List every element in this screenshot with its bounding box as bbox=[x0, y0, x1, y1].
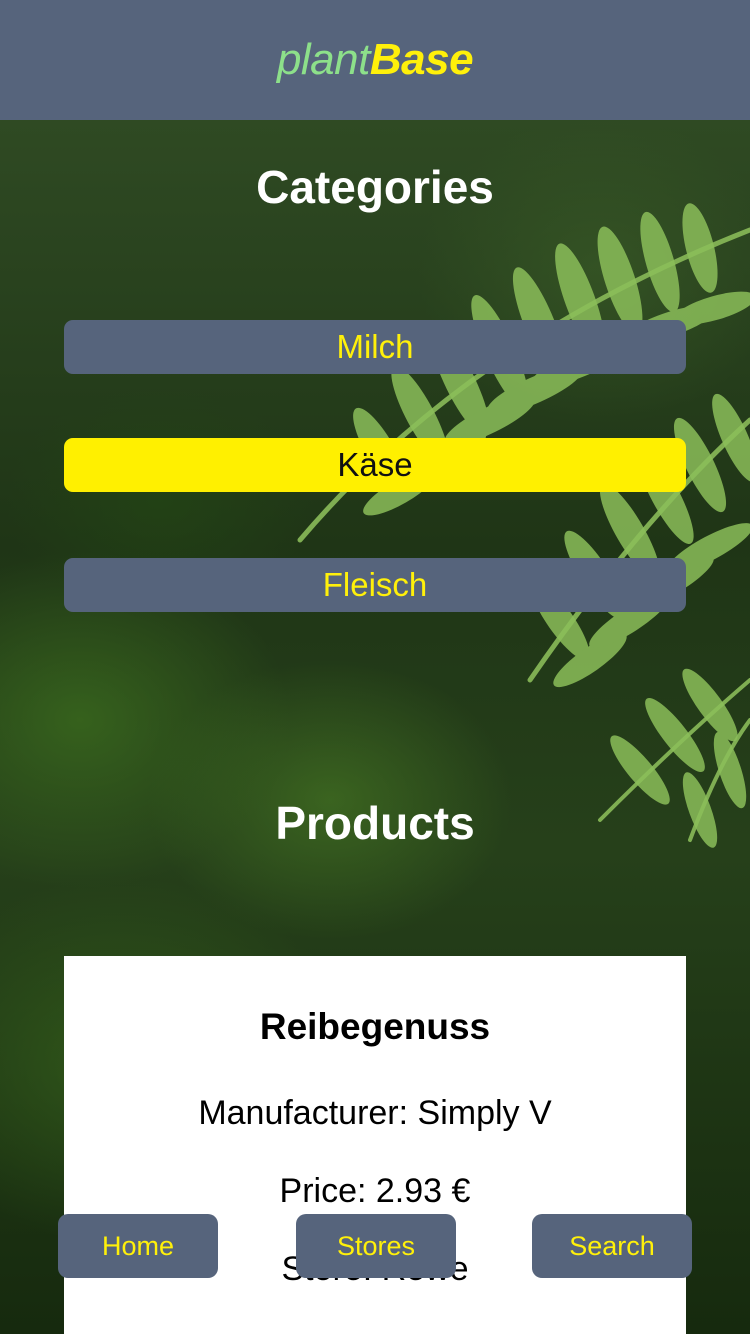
app-logo[interactable]: plantBase bbox=[276, 35, 474, 85]
app-screen: plantBase Categories Milch Käse Fleisch … bbox=[0, 0, 750, 1334]
nav-search-button[interactable]: Search bbox=[532, 1214, 692, 1278]
category-button-fleisch[interactable]: Fleisch bbox=[64, 558, 686, 612]
nav-stores-button[interactable]: Stores bbox=[296, 1214, 456, 1278]
category-button-milch[interactable]: Milch bbox=[64, 320, 686, 374]
logo-text-base: Base bbox=[369, 35, 474, 84]
categories-heading: Categories bbox=[256, 161, 494, 213]
nav-home-button[interactable]: Home bbox=[58, 1214, 218, 1278]
product-price: Price: 2.93 € bbox=[279, 1172, 471, 1210]
app-header: plantBase bbox=[0, 0, 750, 120]
products-heading: Products bbox=[275, 797, 475, 849]
product-name: Reibegenuss bbox=[259, 1006, 491, 1047]
product-manufacturer: Manufacturer: Simply V bbox=[198, 1094, 552, 1132]
logo-text-plant: plant bbox=[276, 35, 370, 84]
category-button-kaese[interactable]: Käse bbox=[64, 438, 686, 492]
